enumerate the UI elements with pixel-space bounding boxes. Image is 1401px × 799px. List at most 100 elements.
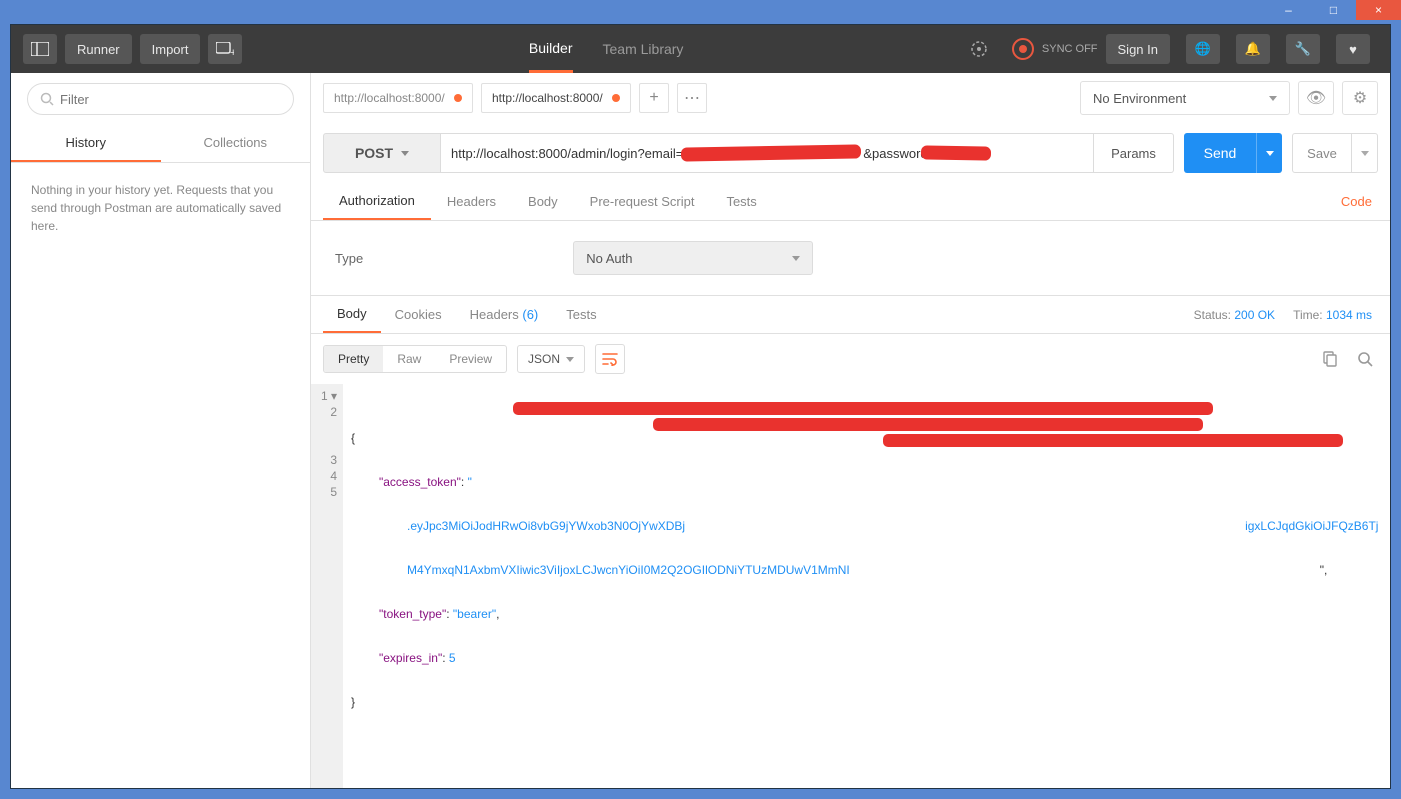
save-options-button[interactable] xyxy=(1352,133,1378,173)
sync-label: SYNC OFF xyxy=(1042,43,1098,55)
response-status: Status: 200 OK Time: 1034 ms xyxy=(1188,298,1378,332)
format-select[interactable]: JSON xyxy=(517,345,585,373)
send-button[interactable]: Send xyxy=(1184,133,1256,173)
response-headers-label: Headers xyxy=(470,307,519,322)
gear-icon: ⚙ xyxy=(1353,88,1367,108)
new-tab-button[interactable]: + xyxy=(208,34,242,64)
dirty-indicator-icon xyxy=(612,94,620,102)
filter-search-box[interactable] xyxy=(27,83,294,115)
save-button[interactable]: Save xyxy=(1292,133,1352,173)
add-request-tab-button[interactable]: + xyxy=(639,83,669,113)
response-code-text: { "access_token": " .eyJpc3MiOiJodHRwOi8… xyxy=(343,384,1390,788)
search-icon xyxy=(40,92,54,106)
chevron-down-icon xyxy=(401,151,409,156)
request-tests-tab[interactable]: Tests xyxy=(710,184,772,219)
request-headers-tab[interactable]: Headers xyxy=(431,184,512,219)
response-cookies-tab[interactable]: Cookies xyxy=(381,297,456,332)
url-text-prefix: http://localhost:8000/admin/login?email= xyxy=(451,146,683,161)
response-body-tab[interactable]: Body xyxy=(323,296,381,333)
request-tab-0[interactable]: http://localhost:8000/ xyxy=(323,83,473,113)
toggle-sidebar-button[interactable] xyxy=(23,34,57,64)
status-label: Status: xyxy=(1194,308,1231,322)
notifications-button[interactable]: 🔔 xyxy=(1236,34,1270,64)
app-window: Runner Import + Builder Team Library SYN… xyxy=(10,24,1391,789)
wrap-icon xyxy=(602,352,618,366)
builder-tab[interactable]: Builder xyxy=(529,25,573,73)
prerequest-script-tab[interactable]: Pre-request Script xyxy=(574,184,711,219)
copy-response-button[interactable] xyxy=(1316,346,1342,372)
maximize-button[interactable]: □ xyxy=(1311,0,1356,20)
interceptor-icon xyxy=(970,40,988,58)
sidebar-tabs: History Collections xyxy=(11,125,310,163)
sync-status[interactable]: SYNC OFF xyxy=(1012,38,1098,60)
chevron-down-icon xyxy=(1361,151,1369,156)
time-label: Time: xyxy=(1293,308,1323,322)
heart-button[interactable]: ♥ xyxy=(1336,34,1370,64)
globe-button[interactable]: 🌐 xyxy=(1186,34,1220,64)
response-tests-tab[interactable]: Tests xyxy=(552,297,610,332)
response-body-toolbar: Pretty Raw Preview JSON xyxy=(311,334,1390,384)
sync-icon xyxy=(1012,38,1034,60)
params-button[interactable]: Params xyxy=(1094,133,1174,173)
copy-icon xyxy=(1321,351,1337,367)
bell-icon: 🔔 xyxy=(1245,41,1261,57)
authorization-tab[interactable]: Authorization xyxy=(323,183,431,220)
filter-input[interactable] xyxy=(60,92,281,107)
request-tab-title: http://localhost:8000/ xyxy=(492,91,603,105)
request-body-tab[interactable]: Body xyxy=(512,184,574,219)
runner-button[interactable]: Runner xyxy=(65,34,132,64)
content-area: History Collections Nothing in your hist… xyxy=(11,73,1390,788)
team-library-tab[interactable]: Team Library xyxy=(603,25,684,73)
dirty-indicator-icon xyxy=(454,94,462,102)
redaction-mark xyxy=(921,145,991,160)
send-options-button[interactable] xyxy=(1256,133,1282,173)
wrench-icon: 🔧 xyxy=(1295,41,1311,57)
environment-quicklook-button[interactable]: 👁 xyxy=(1298,81,1334,115)
settings-button[interactable]: 🔧 xyxy=(1286,34,1320,64)
search-icon xyxy=(1357,351,1373,367)
line-gutter: 1 ▾ 2 3 4 5 xyxy=(311,384,343,788)
environment-select[interactable]: No Environment xyxy=(1080,81,1290,115)
import-button[interactable]: Import xyxy=(140,34,201,64)
wrap-lines-button[interactable] xyxy=(595,344,625,374)
status-value: 200 OK xyxy=(1234,308,1275,322)
generate-code-link[interactable]: Code xyxy=(1335,184,1378,219)
request-tab-title: http://localhost:8000/ xyxy=(334,91,445,105)
sidebar: History Collections Nothing in your hist… xyxy=(11,73,311,788)
response-headers-tab[interactable]: Headers (6) xyxy=(456,297,553,332)
tab-options-button[interactable]: ⋯ xyxy=(677,83,707,113)
main-panel: http://localhost:8000/ http://localhost:… xyxy=(311,73,1390,788)
response-headers-count: (6) xyxy=(522,307,538,322)
pretty-option[interactable]: Pretty xyxy=(324,346,383,372)
sign-in-button[interactable]: Sign In xyxy=(1106,34,1170,64)
minimize-button[interactable]: – xyxy=(1266,0,1311,20)
main-toolbar: Runner Import + Builder Team Library SYN… xyxy=(11,25,1390,73)
interceptor-button[interactable] xyxy=(962,34,996,64)
environment-settings-button[interactable]: ⚙ xyxy=(1342,81,1378,115)
body-view-segment: Pretty Raw Preview xyxy=(323,345,507,373)
http-method-select[interactable]: POST xyxy=(323,133,441,173)
chevron-down-icon xyxy=(566,357,574,362)
chevron-down-icon xyxy=(792,256,800,261)
environment-selected-label: No Environment xyxy=(1093,91,1186,106)
sidebar-icon xyxy=(31,42,49,56)
auth-type-select[interactable]: No Auth xyxy=(573,241,813,275)
redaction-mark xyxy=(883,434,1343,447)
svg-text:+: + xyxy=(230,47,234,56)
close-button[interactable]: × xyxy=(1356,0,1401,20)
heart-icon: ♥ xyxy=(1349,42,1357,57)
request-tab-1[interactable]: http://localhost:8000/ xyxy=(481,83,631,113)
search-response-button[interactable] xyxy=(1352,346,1378,372)
collections-tab[interactable]: Collections xyxy=(161,125,311,162)
time-value: 1034 ms xyxy=(1326,308,1372,322)
raw-option[interactable]: Raw xyxy=(383,346,435,372)
history-tab[interactable]: History xyxy=(11,125,161,162)
globe-icon: 🌐 xyxy=(1195,41,1211,57)
chevron-down-icon xyxy=(1266,151,1274,156)
format-label: JSON xyxy=(528,352,560,366)
request-url-input[interactable]: http://localhost:8000/admin/login?email=… xyxy=(441,133,1094,173)
response-code-area[interactable]: 1 ▾ 2 3 4 5 { "access_token": " .eyJpc3M… xyxy=(311,384,1390,788)
authorization-panel: Type No Auth xyxy=(311,221,1390,296)
new-tab-icon: + xyxy=(216,42,234,56)
preview-option[interactable]: Preview xyxy=(435,346,506,372)
